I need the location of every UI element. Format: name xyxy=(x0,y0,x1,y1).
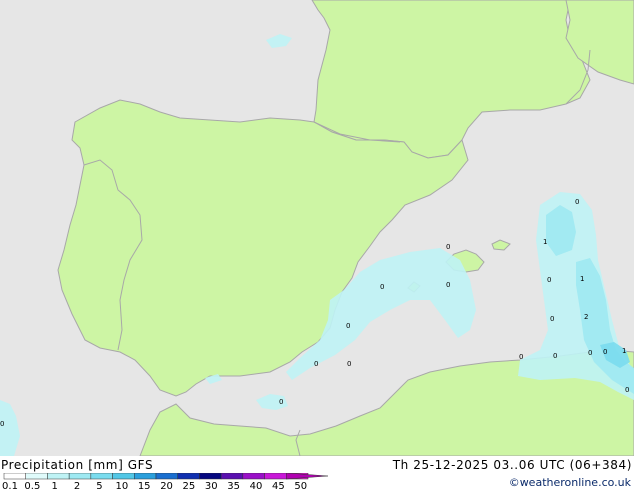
value-label: 0 xyxy=(588,349,592,357)
value-label: 0 xyxy=(547,276,551,284)
value-label: 1 xyxy=(543,238,547,246)
footer-bar: Precipitation [mm] GFS Th 25-12-2025 03.… xyxy=(0,456,634,490)
value-label: 0 xyxy=(553,352,557,360)
legend-swatch xyxy=(68,473,92,480)
legend-swatch xyxy=(177,473,200,480)
legend-label: 15 xyxy=(138,481,151,490)
value-label: 0 xyxy=(446,243,450,251)
legend-label: 5 xyxy=(96,481,102,490)
legend-swatches xyxy=(3,473,329,480)
value-label: 0 xyxy=(0,420,4,428)
legend-label: 20 xyxy=(160,481,173,490)
legend-swatch xyxy=(134,473,157,480)
legend-label: 25 xyxy=(183,481,196,490)
value-label: 1 xyxy=(622,347,626,355)
value-label: 1 xyxy=(580,275,584,283)
legend-swatch xyxy=(264,473,287,480)
legend-label: 50 xyxy=(294,481,307,490)
value-label: 0 xyxy=(575,198,579,206)
legend-swatch xyxy=(155,473,178,480)
legend-label: 0.1 xyxy=(2,481,18,490)
value-label: 0 xyxy=(603,348,607,356)
legend-label: 10 xyxy=(115,481,128,490)
legend-label: 35 xyxy=(227,481,240,490)
legend-swatch xyxy=(242,473,265,480)
color-legend: 0.1 0.5 1 2 5 10 15 20 25 30 35 40 45 50 xyxy=(2,473,329,490)
legend-label: 30 xyxy=(205,481,218,490)
value-label: 0 xyxy=(346,322,350,330)
legend-label: 0.5 xyxy=(24,481,40,490)
value-label: 0 xyxy=(314,360,318,368)
value-label: 0 xyxy=(550,315,554,323)
legend-swatch xyxy=(25,473,48,480)
legend-swatch xyxy=(3,473,26,480)
forecast-datetime: Th 25-12-2025 03..06 UTC (06+384) xyxy=(392,458,632,472)
precipitation-map: 0 0 0 1 0 1 0 2 0 0 0 1 0 0 0 0 0 0 0 0 xyxy=(0,0,634,456)
legend-label: 2 xyxy=(74,481,80,490)
value-label: 2 xyxy=(584,313,588,321)
legend-swatch xyxy=(220,473,244,480)
legend-swatch xyxy=(112,473,135,480)
legend-swatch xyxy=(47,473,70,480)
value-label: 0 xyxy=(279,398,283,406)
legend-label: 40 xyxy=(250,481,263,490)
legend-labels: 0.1 0.5 1 2 5 10 15 20 25 30 35 40 45 50 xyxy=(2,481,307,490)
value-label: 0 xyxy=(380,283,384,291)
legend-swatch xyxy=(90,473,113,480)
legend-swatch xyxy=(199,473,222,480)
legend-label: 45 xyxy=(272,481,285,490)
value-label: 0 xyxy=(347,360,351,368)
legend-label: 1 xyxy=(52,481,58,490)
value-label: 0 xyxy=(519,353,523,361)
value-label: 0 xyxy=(446,281,450,289)
value-label: 0 xyxy=(625,386,629,394)
map-title: Precipitation [mm] GFS xyxy=(1,458,154,472)
credit-link[interactable]: ©weatheronline.co.uk xyxy=(509,476,631,489)
